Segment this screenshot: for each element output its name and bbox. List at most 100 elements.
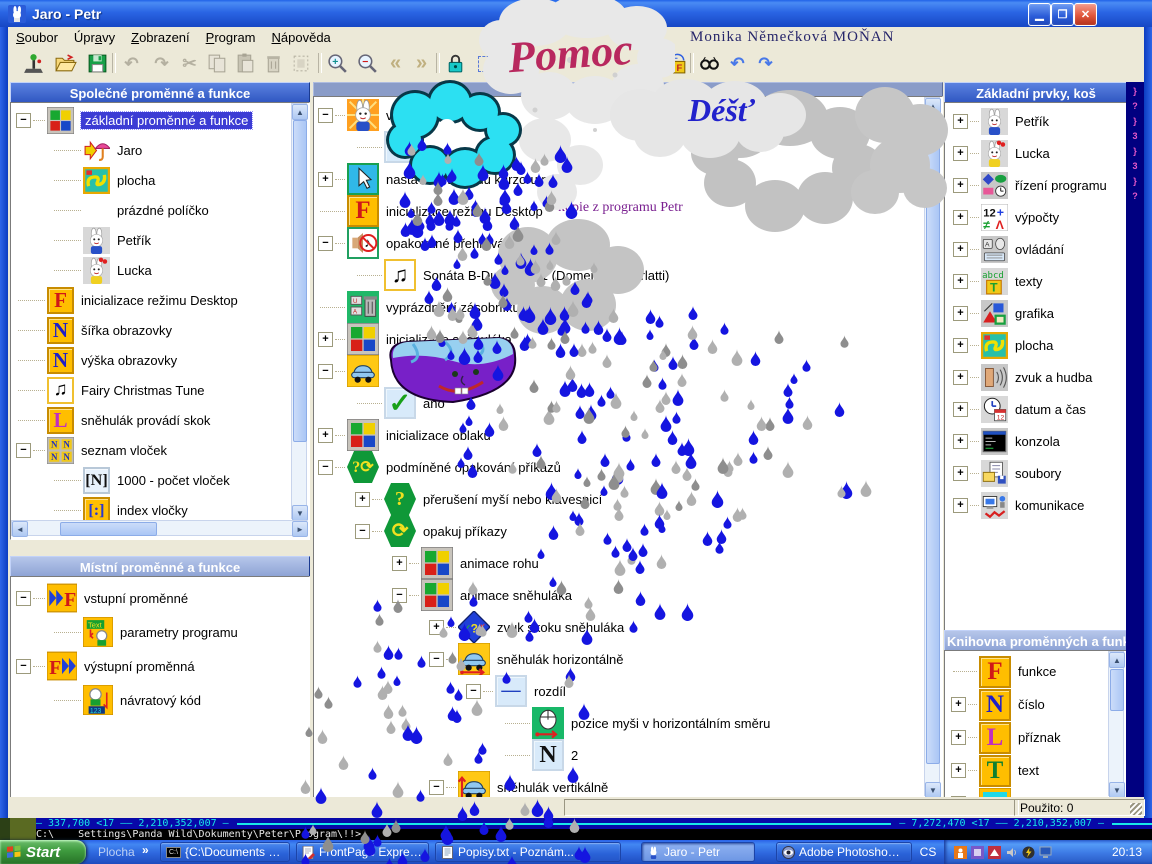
common-tree-vscrollbar[interactable]: ▲ ▼ bbox=[291, 103, 307, 519]
tree-item[interactable]: plocha bbox=[11, 165, 309, 195]
tree-item[interactable]: Nvýška obrazovky bbox=[11, 345, 309, 375]
expand-toggle[interactable]: − bbox=[318, 364, 333, 379]
taskbar-task[interactable]: C:\{C:\Documents and ... bbox=[160, 842, 290, 862]
prev-page-button[interactable]: « bbox=[384, 52, 407, 75]
open-file-button[interactable] bbox=[54, 52, 77, 75]
minimize-button[interactable]: ▁ bbox=[1028, 3, 1051, 26]
lock-button[interactable] bbox=[444, 52, 467, 75]
expand-toggle[interactable]: + bbox=[953, 370, 968, 385]
tree-item[interactable]: ♫Sonáta B-Dur KV 331 (Domenico Scarlatti… bbox=[314, 259, 942, 291]
tree-item[interactable]: Petřík bbox=[11, 225, 309, 255]
save-file-button[interactable] bbox=[86, 52, 109, 75]
tray-orange-icon[interactable] bbox=[954, 846, 967, 859]
f-redo-button[interactable]: F bbox=[666, 52, 689, 75]
tree-item[interactable]: + Petřík bbox=[945, 105, 1127, 137]
expand-toggle[interactable]: − bbox=[429, 780, 444, 795]
tree-item[interactable]: − bbox=[314, 355, 942, 387]
tree-item[interactable]: −NNNNseznam vloček bbox=[11, 435, 309, 465]
undo-button[interactable]: ↶ bbox=[120, 52, 143, 75]
tree-item[interactable]: − viditelnost bbox=[314, 99, 942, 131]
expand-toggle[interactable]: + bbox=[953, 210, 968, 225]
resize-grip[interactable] bbox=[1130, 803, 1142, 815]
expand-toggle[interactable]: − bbox=[466, 684, 481, 699]
program-run-button[interactable] bbox=[22, 52, 45, 75]
tree-item[interactable]: +zvuk a hudba bbox=[945, 361, 1127, 393]
expand-toggle[interactable]: + bbox=[318, 428, 333, 443]
menu-pravy[interactable]: Úpravy bbox=[66, 28, 123, 47]
expand-toggle[interactable]: + bbox=[392, 556, 407, 571]
tree-item[interactable]: Nšířka obrazovky bbox=[11, 315, 309, 345]
menu-soubor[interactable]: Soubor bbox=[8, 28, 66, 47]
tray-puzzle-icon[interactable] bbox=[971, 846, 984, 859]
expand-toggle[interactable]: + bbox=[318, 172, 333, 187]
tree-item[interactable]: [N]1000 - počet vloček bbox=[11, 465, 309, 495]
paste-special-button[interactable] bbox=[290, 52, 313, 75]
expand-toggle[interactable]: + bbox=[953, 178, 968, 193]
tree-item[interactable]: +nastavení vzhledu kurzoru myši bbox=[314, 163, 942, 195]
tray-volume-icon[interactable] bbox=[1005, 846, 1018, 859]
delete-button[interactable] bbox=[262, 52, 285, 75]
expand-toggle[interactable]: + bbox=[953, 338, 968, 353]
expand-toggle[interactable]: + bbox=[953, 114, 968, 129]
tree-item[interactable]: Finicializace režimu Desktop bbox=[11, 285, 309, 315]
tree-item[interactable]: +Nčíslo bbox=[945, 688, 1127, 721]
expand-toggle[interactable]: + bbox=[953, 242, 968, 257]
expand-toggle[interactable]: + bbox=[953, 306, 968, 321]
tree-item[interactable]: +animace rohu bbox=[314, 547, 942, 579]
tree-item[interactable]: −⟳opakuj příkazy bbox=[314, 515, 942, 547]
tree-item[interactable]: +12datum a čas bbox=[945, 393, 1127, 425]
tree-item[interactable]: Finicializace režimu Desktop bbox=[314, 195, 942, 227]
tree-item[interactable]: Lsněhulák provádí skok bbox=[11, 405, 309, 435]
undo-arrow-button[interactable]: ↶ bbox=[726, 52, 749, 75]
expand-toggle[interactable]: − bbox=[16, 659, 31, 674]
text-tool-button[interactable]: Text✎ bbox=[502, 52, 525, 75]
tree-item[interactable]: 123návratový kód bbox=[11, 683, 309, 717]
expand-toggle[interactable]: − bbox=[355, 524, 370, 539]
language-indicator[interactable]: CS bbox=[916, 842, 940, 862]
tree-item[interactable]: − sněhulák horizontálně bbox=[314, 643, 942, 675]
tree-item[interactable]: +Ttext bbox=[945, 754, 1127, 787]
tree-item[interactable]: −?⟳podmíněné opakování příkazů bbox=[314, 451, 942, 483]
copy-button[interactable] bbox=[206, 52, 229, 75]
expand-toggle[interactable]: + bbox=[953, 466, 968, 481]
expand-toggle[interactable]: − bbox=[392, 588, 407, 603]
tree-item[interactable]: Textparametry programu bbox=[11, 615, 309, 649]
tree-item[interactable]: +konzola bbox=[945, 425, 1127, 457]
maximize-button[interactable]: ❐ bbox=[1051, 3, 1074, 26]
paste-button[interactable] bbox=[234, 52, 257, 75]
tree-item[interactable]: −♪opakované přehrávání hudby bbox=[314, 227, 942, 259]
taskbar-task[interactable]: FrontPage Express - ... bbox=[296, 842, 429, 862]
tree-item[interactable]: +?přerušení myší nebo klávesnicí bbox=[314, 483, 942, 515]
program-vscrollbar[interactable]: ▲ ▼ bbox=[924, 97, 940, 796]
tree-item[interactable]: −animace sněhuláka bbox=[314, 579, 942, 611]
expand-toggle[interactable]: − bbox=[429, 652, 444, 667]
menu-zobrazen[interactable]: Zobrazení bbox=[123, 28, 198, 47]
expand-toggle[interactable]: − bbox=[318, 108, 333, 123]
tree-item[interactable]: −—rozdíl bbox=[314, 675, 942, 707]
tree-item[interactable]: ✓ano bbox=[314, 387, 942, 419]
menu-npovda[interactable]: Nápověda bbox=[264, 28, 339, 47]
expand-toggle[interactable]: + bbox=[953, 274, 968, 289]
expand-toggle[interactable]: + bbox=[951, 730, 966, 745]
expand-toggle[interactable]: + bbox=[355, 492, 370, 507]
library-vscrollbar[interactable]: ▲ ▼ bbox=[1108, 651, 1124, 796]
menu-program[interactable]: Program bbox=[198, 28, 264, 47]
tree-item[interactable]: Jaro bbox=[11, 135, 309, 165]
expand-toggle[interactable]: + bbox=[953, 498, 968, 513]
start-button[interactable]: Start bbox=[0, 840, 86, 864]
console-window-strip[interactable]: — 337,700 <17 —— 2,210,352,007 — — 7,272… bbox=[0, 818, 1152, 840]
quicklaunch-chevron[interactable]: » bbox=[142, 843, 149, 857]
clock[interactable]: 20:13 bbox=[1112, 845, 1142, 859]
tree-item[interactable]: UAvyprázdnění zásobníku kláves bbox=[314, 291, 942, 323]
tree-item[interactable]: pozice myši v horizontálním směru bbox=[314, 707, 942, 739]
close-button[interactable]: ✕ bbox=[1074, 3, 1097, 26]
redo-button[interactable]: ↷ bbox=[150, 52, 173, 75]
tree-item[interactable]: +12+≠Λvýpočty bbox=[945, 201, 1127, 233]
expand-toggle[interactable]: + bbox=[953, 146, 968, 161]
next-page-button[interactable]: » bbox=[410, 52, 433, 75]
tree-item[interactable]: +inicializace oblaku bbox=[314, 419, 942, 451]
expand-toggle[interactable]: − bbox=[16, 591, 31, 606]
taskbar-task[interactable]: Jaro - Petr bbox=[641, 842, 755, 862]
f-undo-button[interactable]: F bbox=[638, 52, 661, 75]
tree-item[interactable]: Lucka bbox=[11, 255, 309, 285]
